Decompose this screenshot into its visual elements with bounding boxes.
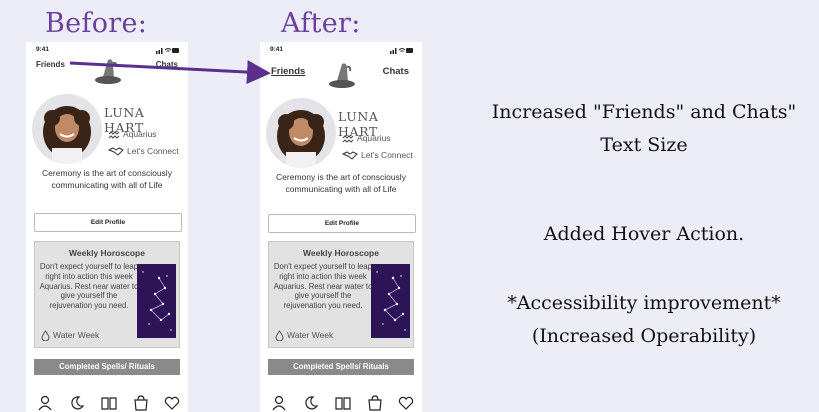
phone-after: 9:41 Friends Chats LUNA HART Aquarius Le… [260, 42, 422, 412]
heart-icon[interactable] [164, 395, 180, 411]
horoscope-text: Don't expect yourself to leap right into… [39, 262, 139, 311]
friends-link[interactable]: Friends [271, 66, 305, 77]
horoscope-card: Weekly Horoscope Don't expect yourself t… [268, 241, 414, 348]
book-icon[interactable] [101, 395, 117, 411]
book-icon[interactable] [335, 395, 351, 411]
horoscope-title: Weekly Horoscope [69, 248, 145, 258]
completed-spells-button[interactable]: Completed Spells/ Rituals [268, 359, 414, 375]
moon-icon[interactable] [69, 395, 85, 411]
bio-text: Ceremony is the art of consciously commu… [42, 168, 172, 190]
edit-profile-button[interactable]: Edit Profile [34, 213, 182, 232]
connect-row[interactable]: Let's Connect [107, 146, 179, 156]
constellation-image [371, 264, 410, 338]
status-bar: 9:41 [270, 46, 414, 56]
horoscope-footer: Water Week [275, 330, 333, 342]
aquarius-icon [108, 131, 120, 139]
handshake-icon [107, 147, 124, 156]
clock: 9:41 [270, 46, 284, 53]
moon-icon[interactable] [303, 395, 319, 411]
zodiac-row: Aquarius [342, 133, 391, 143]
horoscope-title: Weekly Horoscope [303, 248, 379, 258]
profile-icon[interactable] [271, 395, 287, 411]
witch-hat-icon [328, 60, 356, 90]
completed-spells-button[interactable]: Completed Spells/ Rituals [34, 359, 180, 375]
bag-icon[interactable] [367, 395, 383, 411]
water-drop-icon [41, 330, 50, 342]
note-line-3: Added Hover Action. [543, 223, 745, 245]
avatar [32, 94, 102, 164]
tab-bar [260, 395, 422, 412]
connect-row[interactable]: Let's Connect [341, 150, 413, 160]
before-heading: Before: [45, 8, 148, 39]
chats-link[interactable]: Chats [383, 66, 409, 77]
friends-link[interactable]: Friends [36, 60, 65, 69]
note-line-5: (Increased Operability) [531, 325, 757, 347]
bag-icon[interactable] [133, 395, 149, 411]
clock: 9:41 [36, 46, 50, 53]
note-line-4: *Accessibility improvement* [507, 292, 781, 314]
bio-text: Ceremony is the art of consciously commu… [276, 172, 406, 194]
notes-text-size: Increased "Friends" and Chats" Text Size [463, 96, 819, 162]
horoscope-footer: Water Week [41, 330, 99, 342]
profile-icon[interactable] [37, 395, 53, 411]
handshake-icon [341, 151, 358, 160]
notes-accessibility: *Accessibility improvement* (Increased O… [463, 287, 819, 353]
horoscope-card: Weekly Horoscope Don't expect yourself t… [34, 241, 180, 348]
system-icons [156, 47, 180, 56]
chats-link[interactable]: Chats [156, 60, 178, 69]
notes-hover: Added Hover Action. [463, 218, 819, 251]
witch-hat-icon [94, 56, 122, 86]
phone-before: 9:41 Friends Chats LUNA HART Aquarius Le… [26, 42, 188, 412]
after-heading: After: [281, 8, 361, 39]
avatar [266, 98, 336, 168]
constellation-image [137, 264, 176, 338]
horoscope-text: Don't expect yourself to leap right into… [273, 262, 373, 311]
note-line-1: Increased "Friends" and Chats" [491, 101, 797, 123]
heart-icon[interactable] [398, 395, 414, 411]
edit-profile-button[interactable]: Edit Profile [268, 214, 416, 233]
aquarius-icon [342, 135, 354, 143]
tab-bar [26, 395, 188, 412]
zodiac-row: Aquarius [108, 129, 157, 139]
system-icons [390, 47, 414, 56]
status-bar: 9:41 [36, 46, 180, 56]
water-drop-icon [275, 330, 284, 342]
note-line-2: Text Size [600, 134, 688, 156]
